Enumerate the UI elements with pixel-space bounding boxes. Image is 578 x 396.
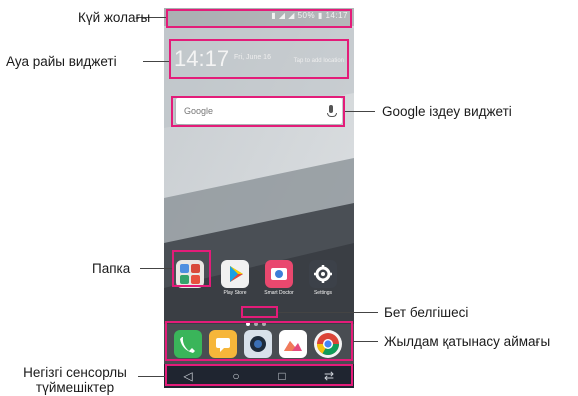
- home-touch-buttons-label: Негізгі сенсорлы түймешіктер: [14, 365, 136, 395]
- status-bar-label: Күй жолағы: [78, 10, 151, 25]
- google-search-highlight: [171, 96, 345, 127]
- weather-widget-highlight: [169, 39, 349, 79]
- app-label: Play Store: [223, 290, 247, 296]
- weather-widget-leader: [143, 61, 169, 62]
- weather-widget-label: Ауа райы виджеті: [6, 54, 117, 69]
- page-indicator-label: Бет белгішесі: [384, 305, 469, 320]
- quick-access-area-label: Жылдам қатынасу аймағы: [384, 334, 551, 349]
- status-bar-highlight: [166, 9, 352, 28]
- page-indicator-leader: [278, 312, 378, 313]
- camera-lens-icon: [271, 268, 287, 280]
- home-touch-buttons-label-line2: түймешіктер: [35, 380, 115, 395]
- play-triangle-icon: [230, 266, 243, 282]
- folder-label: Папка: [92, 261, 131, 276]
- gear-icon: [314, 265, 332, 283]
- home-touch-buttons-highlight: [165, 364, 353, 386]
- smart-doctor-icon[interactable]: [265, 260, 293, 288]
- app-label: Smart Doctor: [264, 290, 294, 296]
- google-search-leader: [345, 111, 375, 112]
- quick-access-leader: [353, 341, 378, 342]
- quick-access-highlight: [165, 321, 353, 361]
- settings-icon[interactable]: [309, 260, 337, 288]
- home-touch-buttons-label-line1: Негізгі сенсорлы: [23, 365, 127, 380]
- folder-highlight: [172, 250, 211, 287]
- page-indicator-highlight: [241, 306, 278, 318]
- play-store-icon[interactable]: [221, 260, 249, 288]
- google-search-widget-label: Google іздеу виджеті: [382, 104, 512, 119]
- folder-leader: [140, 268, 172, 269]
- app-label: Settings: [313, 290, 333, 296]
- home-touch-buttons-leader: [138, 376, 165, 377]
